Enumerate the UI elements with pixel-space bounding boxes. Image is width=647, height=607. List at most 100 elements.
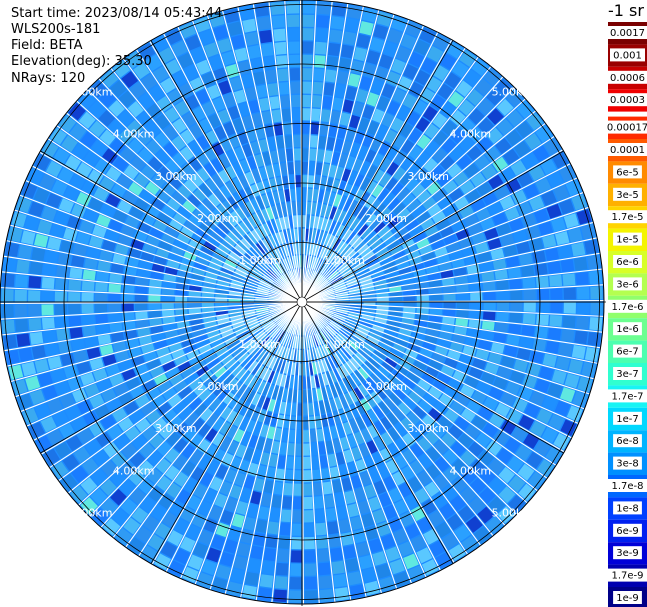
radar-origin [296, 296, 308, 308]
range-gate [68, 304, 81, 315]
range-gate [314, 509, 326, 523]
range-gate [277, 549, 289, 563]
range-gate [303, 496, 313, 510]
range-gate [302, 1, 315, 14]
range-gate [303, 443, 311, 456]
range-gate [535, 276, 549, 288]
ring-label: 2.00km [365, 380, 407, 393]
range-gate [326, 56, 339, 70]
range-gate [456, 302, 470, 310]
range-gate [175, 303, 188, 309]
range-gate [562, 315, 576, 329]
range-gate [290, 563, 302, 576]
range-gate [534, 326, 548, 339]
field-label: Field: BETA [11, 38, 83, 53]
range-gate [161, 295, 174, 302]
range-gate [330, 16, 345, 30]
range-gate [279, 522, 291, 536]
range-gate [295, 430, 302, 443]
range-gate [148, 295, 161, 302]
range-gate [294, 161, 301, 174]
range-gate [390, 302, 403, 307]
range-gate [82, 325, 97, 337]
range-gate [347, 5, 362, 20]
range-gate [349, 584, 365, 599]
range-gate [201, 302, 214, 308]
range-gate [148, 303, 161, 311]
range-gate [430, 294, 443, 301]
range-gate [265, 534, 278, 548]
range-gate [304, 590, 318, 603]
range-gate [443, 293, 456, 301]
range-gate [56, 328, 70, 341]
range-gate [329, 29, 343, 43]
range-gate [294, 456, 302, 470]
range-gate [443, 302, 456, 309]
ring-label: 2.00km [197, 212, 239, 225]
range-gate [283, 482, 293, 496]
range-gate [302, 94, 311, 108]
range-gate [549, 274, 563, 287]
range-gate [442, 309, 456, 317]
range-gate [302, 390, 308, 403]
range-gate [509, 278, 523, 290]
range-gate [563, 287, 576, 300]
range-gate [508, 323, 522, 335]
range-gate [18, 244, 33, 259]
range-gate [5, 242, 20, 257]
range-gate [287, 28, 300, 41]
range-gate [1, 289, 14, 302]
range-gate [416, 302, 429, 308]
range-gate [347, 571, 362, 586]
range-gate [576, 286, 590, 300]
range-gate [327, 42, 341, 57]
range-gate [304, 550, 316, 563]
range-gate [288, 429, 296, 443]
range-gate [81, 281, 95, 292]
range-gate [257, 16, 271, 31]
range-gate [302, 148, 309, 161]
range-gate [82, 269, 96, 281]
range-gate [263, 547, 277, 562]
ring-label: 1.00km [239, 338, 281, 351]
range-gate [28, 318, 42, 331]
range-gate [302, 68, 313, 81]
range-gate [536, 302, 550, 313]
range-gate [312, 81, 323, 95]
range-gate [521, 265, 535, 277]
ring-label: 3.00km [407, 422, 449, 435]
range-gate [254, 3, 270, 17]
range-gate [587, 254, 601, 270]
range-gate [317, 549, 330, 563]
range-gate [295, 443, 302, 456]
range-gate [590, 286, 603, 300]
range-gate [95, 314, 108, 324]
range-gate [15, 318, 29, 333]
range-gate [69, 267, 83, 279]
range-gate [56, 265, 70, 278]
range-gate [562, 273, 576, 286]
range-gate [576, 316, 589, 330]
range-gate [327, 521, 339, 535]
range-gate [522, 313, 536, 325]
range-gate [261, 561, 275, 575]
range-gate [29, 331, 44, 345]
range-gate [267, 82, 279, 97]
range-gate [31, 247, 46, 262]
range-gate [285, 148, 294, 162]
range-gate [278, 536, 290, 549]
range-gate [263, 56, 276, 70]
range-gate [161, 288, 175, 296]
range-gate [287, 442, 295, 456]
range-gate [390, 296, 403, 302]
range-gate [496, 302, 510, 311]
range-gate [270, 1, 285, 15]
range-gate [456, 310, 469, 318]
range-gate [15, 274, 28, 288]
range-gate [316, 15, 330, 28]
range-gate [312, 95, 322, 108]
range-gate [584, 347, 599, 362]
range-gate [345, 18, 360, 33]
range-gate [291, 536, 302, 550]
range-gate [296, 416, 302, 429]
